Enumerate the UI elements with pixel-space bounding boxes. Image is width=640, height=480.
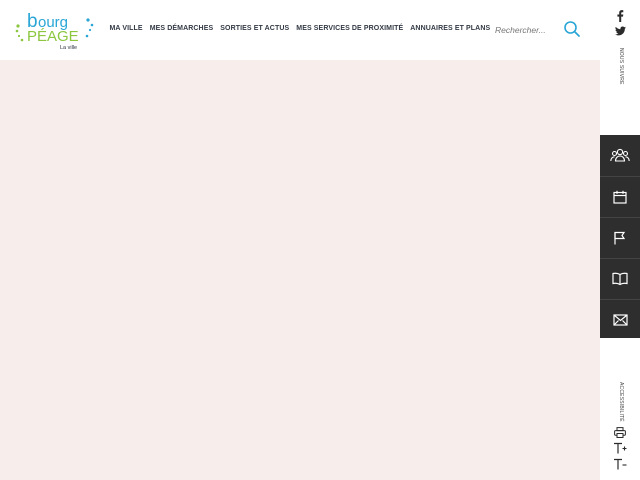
- nav-item-ma-ville[interactable]: MA VILLE: [106, 25, 146, 32]
- calendar-icon: [613, 190, 627, 204]
- nav-item-annuaires-et-plans[interactable]: ANNUAIRES ET PLANS: [407, 25, 494, 32]
- quick-link-flag[interactable]: [600, 217, 640, 257]
- nav-item-services-de-proximite[interactable]: MES SERVICES DE PROXIMITÉ: [293, 25, 407, 32]
- right-rail: NOUS SUIVRE ACCESSIBILITÉ: [600, 0, 640, 480]
- follow-label: NOUS SUIVRE: [618, 48, 624, 85]
- flag-icon: [614, 231, 626, 244]
- site-header: b ourg péage La ville MA VILLE MES DÉMAR…: [0, 0, 600, 60]
- quick-link-calendar[interactable]: [600, 176, 640, 216]
- print-icon: [614, 426, 626, 438]
- twitter-icon: [614, 26, 626, 36]
- mail-icon: [612, 313, 628, 326]
- text-decrease-icon: [614, 458, 627, 470]
- accessibility-label: ACCESSIBILITÉ: [618, 382, 624, 422]
- search-icon: [564, 20, 580, 37]
- facebook-link[interactable]: [612, 9, 628, 23]
- search-button[interactable]: [561, 19, 583, 41]
- quick-link-group[interactable]: [600, 135, 640, 175]
- nav-item-mes-demarches[interactable]: MES DÉMARCHES: [146, 25, 217, 32]
- text-increase-button[interactable]: [612, 441, 628, 455]
- quick-access-bar: [600, 135, 640, 338]
- logo-tagline: La ville: [60, 45, 77, 51]
- twitter-link[interactable]: [612, 24, 628, 38]
- text-increase-icon: [614, 442, 627, 454]
- nav-item-sorties-et-actus[interactable]: SORTIES ET ACTUS: [217, 25, 293, 32]
- text-decrease-button[interactable]: [612, 457, 628, 471]
- quick-link-mail[interactable]: [600, 299, 640, 339]
- print-button[interactable]: [612, 425, 628, 439]
- page: b ourg péage La ville MA VILLE MES DÉMAR…: [0, 0, 640, 480]
- logo-line2: péage: [27, 28, 79, 45]
- main-nav: MA VILLE MES DÉMARCHES SORTIES ET ACTUS …: [106, 25, 494, 32]
- main-content: [0, 60, 600, 480]
- facebook-icon: [617, 10, 624, 22]
- site-logo[interactable]: b ourg péage La ville: [14, 8, 96, 52]
- search-input[interactable]: [495, 21, 561, 39]
- group-icon: [610, 148, 630, 162]
- logo-graphic: b ourg péage La ville: [15, 11, 94, 51]
- book-icon: [612, 272, 628, 285]
- quick-link-book[interactable]: [600, 258, 640, 298]
